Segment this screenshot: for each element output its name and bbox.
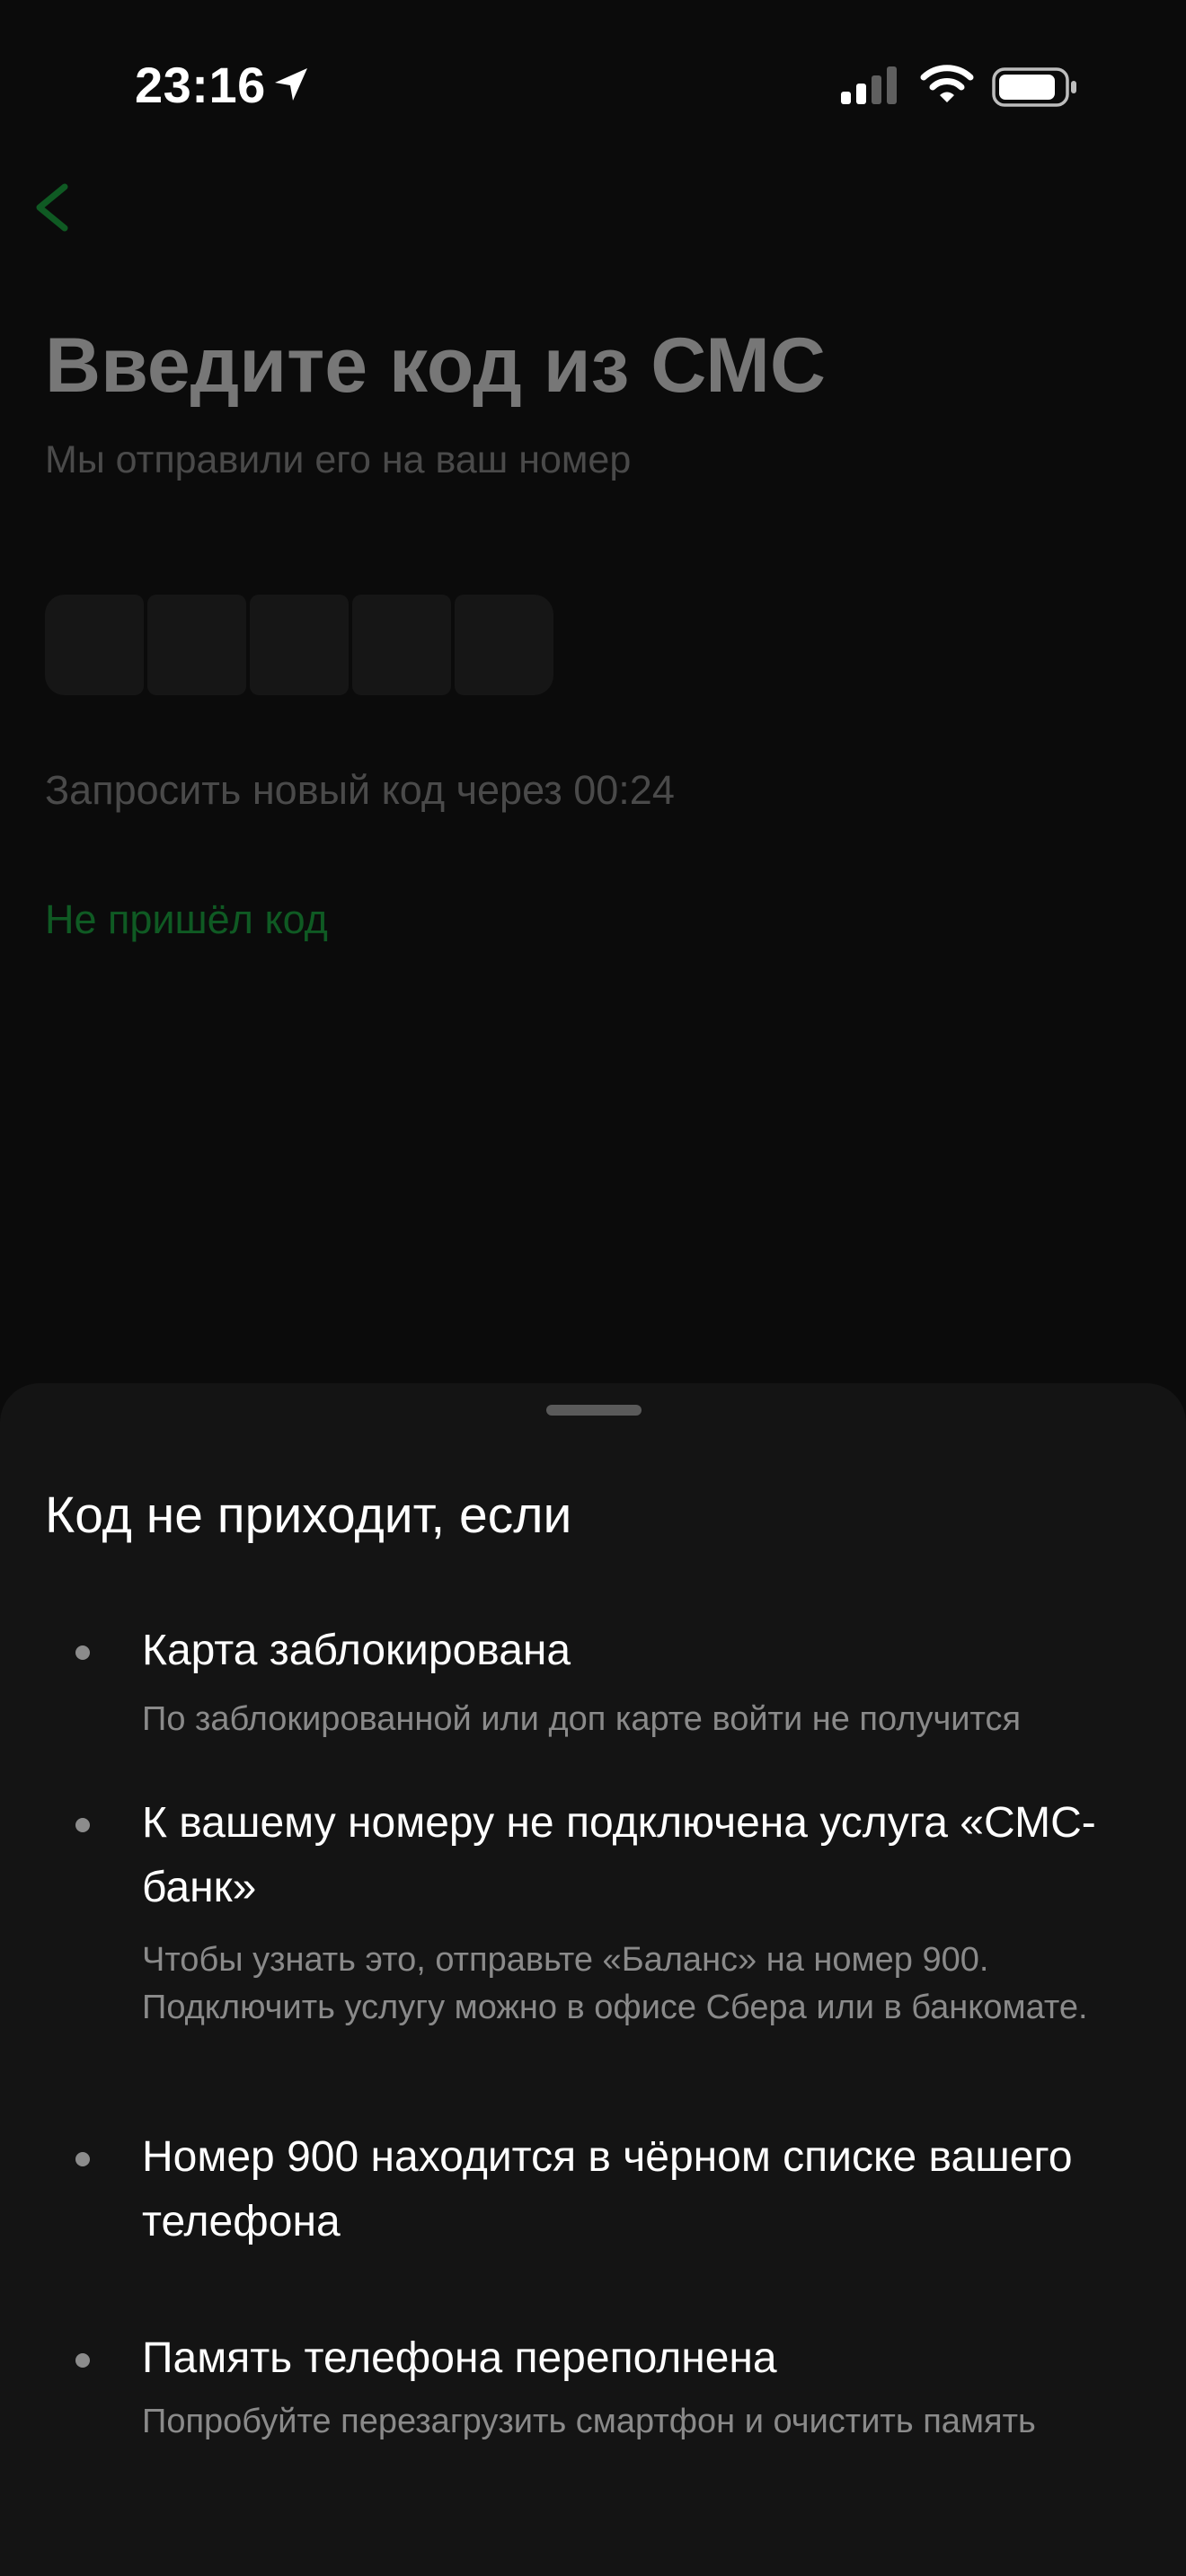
wifi-icon [920,65,974,102]
code-digit-cell[interactable] [352,595,451,695]
code-digit-cell[interactable] [147,595,246,695]
reason-description: По заблокированной или доп карте войти н… [142,1700,1022,1738]
sms-code-input[interactable] [45,595,553,695]
reason-description: Попробуйте перезагрузить смартфон и очис… [142,2403,1036,2440]
bullet [75,1645,90,1660]
page-subtitle: Мы отправили его на ваш номер [45,438,632,481]
code-digit-cell[interactable] [250,595,349,695]
code-digit-cell[interactable] [455,595,553,695]
no-code-reasons-sheet: Код не приходит, если Карта заблокирован… [0,1383,1186,2576]
page-title: Введите код из СМС [45,322,826,409]
sheet-drag-handle[interactable] [546,1405,642,1416]
reason-title: К вашему номеру не подключена услуга «СМ… [142,1799,1096,1911]
chevron-left-icon [36,183,68,232]
no-code-link[interactable]: Не пришёл код [45,896,328,943]
sms-code-screen: Введите код из СМС Мы отправили его на в… [0,0,1186,2576]
reason-title: Память телефона переполнена [142,2334,777,2382]
reason-title: Карта заблокирована [142,1627,571,1674]
reason-description: Чтобы узнать это, отправьте «Баланс» на … [142,1941,1088,2026]
resend-code-timer: Запросить новый код через 00:24 [45,767,675,813]
status-bar: 23:16 [0,0,1186,171]
bullet [75,1818,90,1832]
cellular-signal-icon [841,66,897,104]
bullet [75,2353,90,2368]
reason-title: Номер 900 находится в чёрном списке ваше… [142,2133,1073,2245]
code-digit-cell[interactable] [45,595,144,695]
status-time: 23:16 [135,57,266,113]
battery-icon [992,67,1076,107]
bullet [75,2152,90,2166]
location-arrow-icon [275,68,307,101]
sheet-title: Код не приходит, если [45,1486,572,1544]
back-button[interactable] [25,176,79,239]
